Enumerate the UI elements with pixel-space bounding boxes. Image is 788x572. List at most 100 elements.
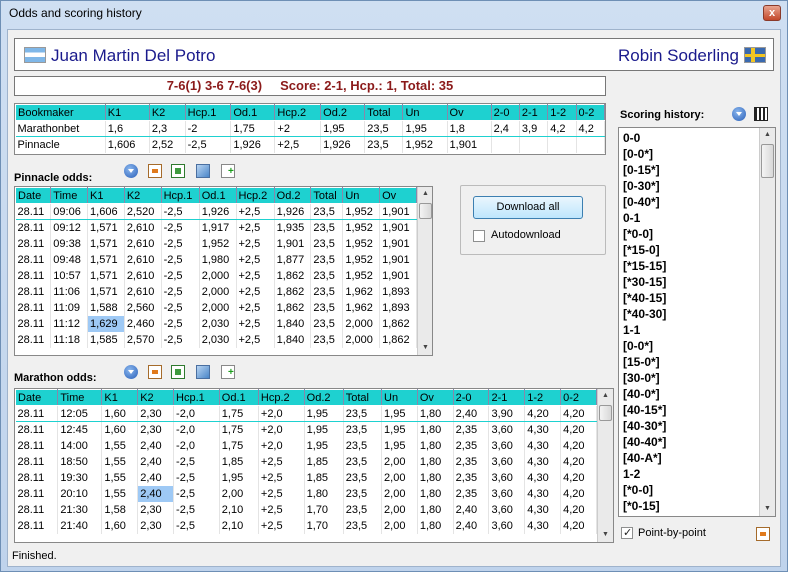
list-item[interactable]: [0-40*]	[619, 194, 759, 210]
excel-icon[interactable]	[171, 365, 185, 379]
scroll-thumb[interactable]	[419, 203, 432, 219]
add-icon[interactable]	[221, 365, 235, 379]
column-header[interactable]: K1	[87, 187, 125, 204]
column-header[interactable]: Od.2	[273, 187, 312, 204]
list-item[interactable]: [0-0*]	[619, 338, 759, 354]
table-row[interactable]: 28.11 11:09 1,588 2,560 -2,5 2,000 +2,5 1,862 23…	[15, 299, 417, 316]
export-icon[interactable]	[756, 527, 770, 541]
column-header[interactable]: Un	[381, 389, 418, 406]
column-header[interactable]: 0-2	[560, 389, 597, 406]
column-header[interactable]: Date	[15, 389, 59, 406]
list-item[interactable]: [40-40*]	[619, 434, 759, 450]
column-header[interactable]: Total	[364, 104, 404, 121]
list-item[interactable]: 1-1	[619, 322, 759, 338]
list-item[interactable]: [*0-15]	[619, 498, 759, 514]
column-header[interactable]: Hcp.1	[173, 389, 220, 406]
column-header[interactable]: Od.1	[198, 187, 237, 204]
table-row[interactable]: 28.11 09:12 1,571 2,610 -2,5 1,917 +2,5 1,935 23…	[15, 219, 417, 236]
table-row[interactable]: 28.11 11:18 1,585 2,570 -2,5 2,030 +2,5 1,840 23…	[15, 331, 417, 348]
column-header[interactable]: Ov	[379, 187, 417, 204]
list-item[interactable]: 1-2	[619, 466, 759, 482]
column-header[interactable]: Un	[402, 104, 448, 121]
chart-icon[interactable]	[196, 365, 210, 379]
column-header[interactable]: 2-0	[490, 104, 520, 121]
table-row[interactable]: 28.11 09:48 1,571 2,610 -2,5 1,980 +2,5 1,877 23…	[15, 251, 417, 268]
column-header[interactable]: 2-1	[488, 389, 526, 406]
list-item[interactable]: [*40-15]	[619, 290, 759, 306]
download-all-button[interactable]: Download all	[473, 196, 583, 219]
marathon-scrollbar[interactable]: ▲ ▼	[597, 389, 613, 542]
scroll-thumb[interactable]	[761, 144, 774, 178]
column-header[interactable]: Od.2	[303, 389, 344, 406]
column-header[interactable]: Un	[342, 187, 381, 204]
table-row[interactable]: 28.11 11:12 1,629 2,460 -2,5 2,030 +2,5 1,840 23…	[15, 315, 417, 332]
table-row[interactable]: 28.11 19:30 1,55 2,40 -2,5 1,95 +2,5 1,85 23,5 2,…	[15, 469, 597, 486]
column-header[interactable]: Od.1	[230, 104, 276, 121]
export-icon[interactable]	[148, 365, 162, 379]
column-header[interactable]: K2	[148, 104, 186, 121]
point-by-point-checkbox[interactable]	[621, 526, 633, 539]
table-row[interactable]: 28.11 20:10 1,55 2,40 -2,5 2,00 +2,5 1,80 23,5 2,…	[15, 485, 597, 502]
table-row[interactable]: 28.11 21:40 1,60 2,30 -2,5 2,10 +2,5 1,70 23,5 2,…	[15, 517, 597, 534]
column-header[interactable]: Hcp.1	[160, 187, 200, 204]
scroll-up-icon[interactable]: ▲	[418, 187, 432, 201]
column-header[interactable]: 1-2	[524, 389, 562, 406]
list-item[interactable]: [40-30*]	[619, 418, 759, 434]
list-item[interactable]: [*30-15]	[619, 274, 759, 290]
pinnacle-scrollbar[interactable]: ▲ ▼	[417, 187, 432, 355]
list-item[interactable]: [0-15*]	[619, 162, 759, 178]
excel-icon[interactable]	[171, 164, 185, 178]
column-header[interactable]: Od.2	[320, 104, 366, 121]
list-item[interactable]: [40-A*]	[619, 450, 759, 466]
column-header[interactable]: K2	[137, 389, 175, 406]
column-header[interactable]: Total	[310, 187, 344, 204]
list-item[interactable]: [*0-0]	[619, 482, 759, 498]
column-header[interactable]: 2-1	[518, 104, 549, 121]
column-header[interactable]: Total	[342, 389, 383, 406]
scroll-down-icon[interactable]: ▼	[418, 341, 432, 355]
table-row[interactable]: Marathonbet 1,6 2,3 -2 1,75 +2 1,95 23,5 1,95 1,8…	[15, 120, 605, 137]
scroll-thumb[interactable]	[599, 405, 612, 421]
film-icon[interactable]	[754, 107, 768, 121]
table-row[interactable]: 28.11 09:06 1,606 2,520 -2,5 1,926 +2,5 1,926 23…	[15, 203, 417, 220]
column-header[interactable]: Od.1	[218, 389, 259, 406]
column-header[interactable]: Hcp.2	[257, 389, 305, 406]
add-icon[interactable]	[221, 164, 235, 178]
column-header[interactable]: K1	[104, 104, 150, 121]
list-item[interactable]: [30-0*]	[619, 370, 759, 386]
column-header[interactable]: Time	[57, 389, 103, 406]
column-header[interactable]: K2	[123, 187, 162, 204]
table-row[interactable]: 28.11 09:38 1,571 2,610 -2,5 1,952 +2,5 1,901 23…	[15, 235, 417, 252]
table-row[interactable]: 28.11 12:45 1,60 2,30 -2,0 1,75 +2,0 1,95 23,5 1,…	[15, 421, 597, 438]
list-item[interactable]: [40-15*]	[619, 402, 759, 418]
scroll-down-icon[interactable]: ▼	[760, 502, 775, 516]
download-circle-icon[interactable]	[124, 365, 138, 379]
list-item[interactable]: [0-30*]	[619, 178, 759, 194]
scroll-up-icon[interactable]: ▲	[760, 128, 775, 142]
list-item[interactable]: 0-0	[619, 130, 759, 146]
list-item[interactable]: [40-0*]	[619, 386, 759, 402]
chart-icon[interactable]	[196, 164, 210, 178]
column-header[interactable]: Hcp.2	[235, 187, 275, 204]
column-header[interactable]: 0-2	[575, 104, 605, 121]
list-item[interactable]: [0-0*]	[619, 146, 759, 162]
column-header[interactable]: Bookmaker	[15, 104, 106, 121]
export-icon[interactable]	[148, 164, 162, 178]
scoring-scrollbar[interactable]: ▲ ▼	[759, 128, 775, 516]
column-header[interactable]: Ov	[416, 389, 454, 406]
autodownload-checkbox[interactable]	[473, 230, 485, 242]
close-button[interactable]: x	[763, 5, 781, 21]
table-row[interactable]: Pinnacle 1,606 2,52 -2,5 1,926 +2,5 1,926 23,5 1…	[15, 136, 605, 153]
table-row[interactable]: 28.11 21:30 1,58 2,30 -2,5 2,10 +2,5 1,70 23,5 2,…	[15, 501, 597, 518]
list-item[interactable]: 0-1	[619, 210, 759, 226]
column-header[interactable]: Time	[50, 187, 89, 204]
list-item[interactable]: [15-0*]	[619, 354, 759, 370]
list-item[interactable]: [*15-15]	[619, 258, 759, 274]
download-circle-icon[interactable]	[124, 164, 138, 178]
download-circle-icon[interactable]	[732, 107, 746, 121]
list-item[interactable]: [*0-0]	[619, 226, 759, 242]
table-row[interactable]: 28.11 12:05 1,60 2,30 -2,0 1,75 +2,0 1,95 23,5 1,…	[15, 405, 597, 422]
list-item[interactable]: [*40-30]	[619, 306, 759, 322]
scroll-up-icon[interactable]: ▲	[598, 389, 613, 403]
table-row[interactable]: 28.11 11:06 1,571 2,610 -2,5 2,000 +2,5 1,862 23…	[15, 283, 417, 300]
